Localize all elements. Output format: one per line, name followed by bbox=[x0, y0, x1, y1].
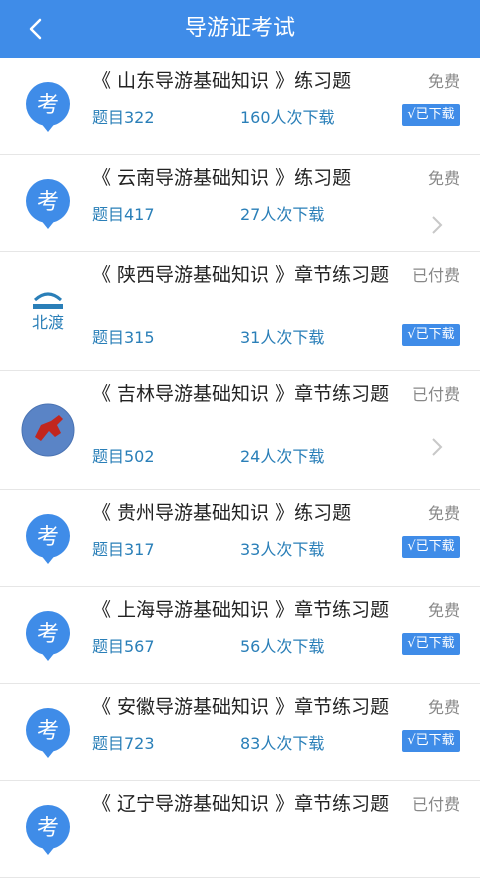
exam-item-shaanxi[interactable]: 北渡 《 陕西导游基础知识 》章节练习题 题目315 31人次下载 已付费 √已… bbox=[0, 252, 480, 371]
exam-title: 《 吉林导游基础知识 》章节练习题 bbox=[92, 383, 390, 405]
download-count: 31人次下载 bbox=[240, 328, 325, 347]
downloaded-badge: √已下载 bbox=[402, 104, 460, 126]
price-label: 免费 bbox=[427, 504, 460, 523]
exam-title: 《 辽宁导游基础知识 》章节练习题 bbox=[92, 793, 390, 815]
downloaded-badge: √已下载 bbox=[402, 730, 460, 752]
exam-item-shandong[interactable]: 考 《 山东导游基础知识 》练习题 题目322 160人次下载 免费 √已下载 bbox=[0, 58, 480, 155]
exam-title: 《 山东导游基础知识 》练习题 bbox=[92, 70, 352, 92]
kao-icon: 考 bbox=[26, 179, 70, 229]
price-label: 免费 bbox=[427, 72, 460, 91]
exam-title: 《 上海导游基础知识 》章节练习题 bbox=[92, 599, 390, 621]
exam-title: 《 贵州导游基础知识 》练习题 bbox=[92, 502, 352, 524]
kao-icon: 考 bbox=[26, 82, 70, 132]
exam-title: 《 安徽导游基础知识 》章节练习题 bbox=[92, 696, 390, 718]
question-count: 题目317 bbox=[92, 540, 155, 559]
svg-text:北渡: 北渡 bbox=[32, 313, 64, 332]
price-label: 免费 bbox=[427, 698, 460, 717]
chevron-right-icon[interactable] bbox=[430, 215, 444, 235]
question-count: 题目417 bbox=[92, 205, 155, 224]
question-count: 题目502 bbox=[92, 447, 155, 466]
download-count: 24人次下载 bbox=[240, 447, 325, 466]
question-count: 题目723 bbox=[92, 734, 155, 753]
question-count: 题目315 bbox=[92, 328, 155, 347]
exam-item-anhui[interactable]: 考 《 安徽导游基础知识 》章节练习题 题目723 83人次下载 免费 √已下载 bbox=[0, 684, 480, 781]
price-label: 免费 bbox=[427, 169, 460, 188]
app-header: 导游证考试 bbox=[0, 0, 480, 58]
downloaded-badge: √已下载 bbox=[402, 536, 460, 558]
price-label: 免费 bbox=[427, 601, 460, 620]
svg-text:考: 考 bbox=[37, 622, 59, 647]
exam-title: 《 陕西导游基础知识 》章节练习题 bbox=[92, 264, 390, 286]
download-count: 56人次下载 bbox=[240, 637, 325, 656]
price-label: 已付费 bbox=[411, 266, 460, 285]
question-count: 题目322 bbox=[92, 108, 155, 127]
downloaded-badge: √已下载 bbox=[402, 324, 460, 346]
kao-icon: 考 bbox=[26, 514, 70, 564]
svg-text:考: 考 bbox=[37, 719, 59, 744]
download-count: 160人次下载 bbox=[240, 108, 335, 127]
question-count: 题目567 bbox=[92, 637, 155, 656]
price-label: 已付费 bbox=[411, 385, 460, 404]
kao-icon: 考 bbox=[26, 805, 70, 855]
exam-item-jilin[interactable]: 《 吉林导游基础知识 》章节练习题 题目502 24人次下载 已付费 bbox=[0, 371, 480, 490]
price-label: 已付费 bbox=[411, 795, 460, 814]
svg-text:考: 考 bbox=[37, 816, 59, 841]
svg-text:考: 考 bbox=[37, 93, 59, 118]
exam-item-guizhou[interactable]: 考 《 贵州导游基础知识 》练习题 题目317 33人次下载 免费 √已下载 bbox=[0, 490, 480, 587]
horse-logo-icon bbox=[21, 403, 75, 457]
svg-text:考: 考 bbox=[37, 190, 59, 215]
kao-icon: 考 bbox=[26, 611, 70, 661]
page-title: 导游证考试 bbox=[184, 16, 295, 41]
download-count: 33人次下载 bbox=[240, 540, 325, 559]
chevron-right-icon[interactable] bbox=[430, 437, 444, 457]
exam-item-shanghai[interactable]: 考 《 上海导游基础知识 》章节练习题 题目567 56人次下载 免费 √已下载 bbox=[0, 587, 480, 684]
exam-item-liaoning[interactable]: 考 《 辽宁导游基础知识 》章节练习题 已付费 bbox=[0, 781, 480, 878]
download-count: 27人次下载 bbox=[240, 205, 325, 224]
exam-item-yunnan[interactable]: 考 《 云南导游基础知识 》练习题 题目417 27人次下载 免费 bbox=[0, 155, 480, 252]
svg-text:考: 考 bbox=[37, 525, 59, 550]
beidu-logo-icon: 北渡 bbox=[22, 285, 74, 337]
downloaded-badge: √已下载 bbox=[402, 633, 460, 655]
download-count: 83人次下载 bbox=[240, 734, 325, 753]
exam-list: 考 《 山东导游基础知识 》练习题 题目322 160人次下载 免费 √已下载 … bbox=[0, 58, 480, 878]
kao-icon: 考 bbox=[26, 708, 70, 758]
exam-title: 《 云南导游基础知识 》练习题 bbox=[92, 167, 352, 189]
